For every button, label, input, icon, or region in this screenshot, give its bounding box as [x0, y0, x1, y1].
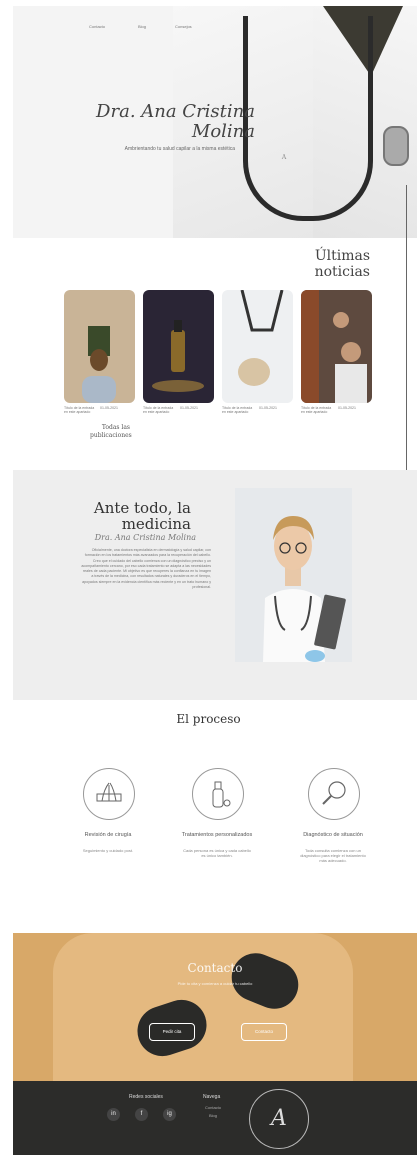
footer: A Navega Contacto Blog Redes sociales ig…	[13, 1081, 417, 1155]
news-card-image	[301, 290, 372, 403]
news-caption: Título de la entrada en este apartado	[143, 406, 174, 414]
doctor-illustration	[235, 488, 352, 662]
top-nav: Consejos Blog Contacto	[13, 24, 417, 38]
news-date: 01-05-2021	[100, 406, 118, 410]
process-step-title: Diagnóstico de situación	[303, 832, 363, 838]
news-caption: Título de la entrada en este apartado	[64, 406, 95, 414]
news-card[interactable]	[301, 290, 372, 403]
contact-subtitle: Pide tu cita y comienza a cuidar tu cabe…	[177, 981, 253, 986]
about-title: Ante todo, la medicina	[93, 499, 191, 533]
hero-subtitle: Ambrientando tu salud capilar a la misma…	[124, 146, 235, 152]
contact-button[interactable]: Contacto	[241, 1023, 287, 1041]
news-card[interactable]	[222, 290, 293, 403]
contact-section: Contacto Pide tu cita y comienza a cuida…	[13, 933, 417, 1081]
nav-item-consejos[interactable]: Consejos	[175, 24, 192, 29]
news-caption: Título de la entrada en este apartado	[222, 406, 253, 414]
linkedin-icon[interactable]: in	[107, 1108, 120, 1121]
hero-section: A Consejos Blog Contacto Dra. Ana Cristi…	[13, 6, 417, 238]
hero-title: Dra. Ana Cristina Molina	[96, 101, 255, 142]
footer-link-contacto[interactable]: Contacto	[205, 1105, 221, 1110]
stethoscope	[243, 16, 373, 221]
process-step-text: Toda consulta comienza con un diagnóstic…	[300, 848, 366, 863]
coat-logo: A	[281, 154, 287, 161]
contact-bg-coat	[53, 933, 353, 1081]
process-title: El proceso	[176, 712, 241, 726]
news-date: 01-05-2021	[259, 406, 277, 410]
news-date: 01-05-2021	[338, 406, 356, 410]
contact-title: Contacto	[187, 961, 243, 975]
news-card[interactable]	[143, 290, 214, 403]
process-step-title: Tratamientos personalizados	[181, 832, 253, 838]
stethoscope-chestpiece	[383, 126, 409, 166]
all-publications-link[interactable]: Todas las publicaciones	[90, 424, 132, 440]
news-title: Últimas noticias	[314, 248, 370, 280]
news-card-image	[64, 290, 135, 403]
nav-item-blog[interactable]: Blog	[138, 24, 146, 29]
about-text: Oficialmente, una doctora especialista e…	[81, 548, 211, 590]
about-section: Ante todo, la medicina Dra. Ana Cristina…	[13, 470, 417, 700]
footer-logo[interactable]: A	[249, 1089, 309, 1149]
serum-bottle-icon	[192, 768, 244, 820]
about-name: Dra. Ana Cristina Molina	[94, 533, 196, 542]
news-card-image	[222, 290, 293, 403]
news-date: 01-05-2021	[180, 406, 198, 410]
news-card[interactable]	[64, 290, 135, 403]
process-step-title: Revisión de cirugía	[84, 832, 132, 838]
footer-link-blog[interactable]: Blog	[209, 1113, 217, 1118]
hair-follicle-icon	[83, 768, 135, 820]
doctor-photo	[235, 488, 352, 662]
facebook-icon[interactable]: f	[135, 1108, 148, 1121]
news-caption: Título de la entrada en este apartado	[301, 406, 332, 414]
magnifier-icon	[308, 768, 360, 820]
process-step-text: Cada persona es única y cada cabello es …	[183, 848, 251, 858]
footer-nav-title: Navega	[203, 1094, 221, 1100]
news-card-image	[143, 290, 214, 403]
nav-item-contacto[interactable]: Contacto	[89, 24, 105, 29]
book-appointment-button[interactable]: Pedir cita	[149, 1023, 195, 1041]
instagram-icon[interactable]: ig	[163, 1108, 176, 1121]
footer-social-title: Redes sociales	[129, 1094, 163, 1100]
process-step-text: Seguimiento y cuidado post.	[82, 848, 134, 853]
